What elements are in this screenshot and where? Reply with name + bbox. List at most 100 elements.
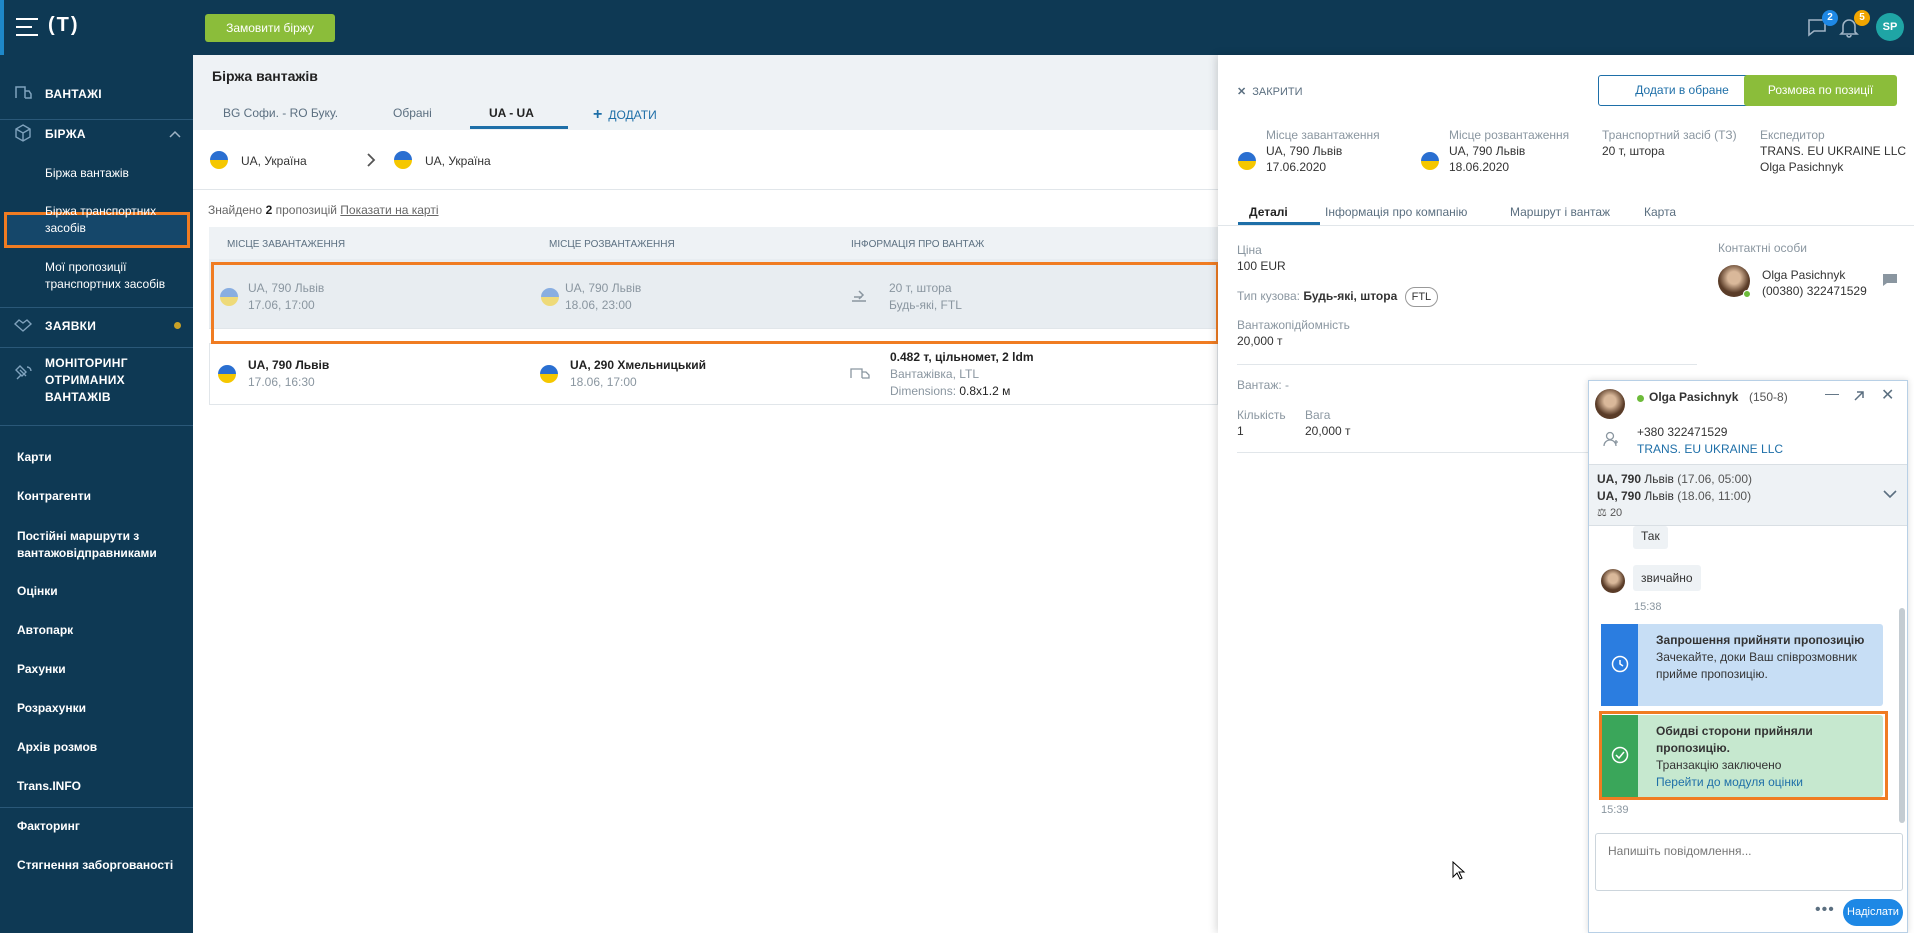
ua-flag-icon [1421, 152, 1439, 170]
expand-icon[interactable] [1853, 390, 1865, 402]
sidebar-link-settlements[interactable]: Розрахунки [17, 701, 210, 715]
table-row[interactable]: UA, 790 Львів 17.06, 16:30 UA, 290 Хмель… [209, 343, 1218, 405]
satellite-icon [15, 365, 32, 380]
route-from: UA, Україна [241, 154, 307, 168]
sidebar-link-transinfo[interactable]: Trans.INFO [17, 779, 210, 793]
top-accent [0, 0, 4, 55]
chevron-down-icon[interactable] [1883, 489, 1897, 499]
chat-contact-name: Olga Pasichnyk [1649, 390, 1739, 404]
chat-route-summary[interactable]: UA, 790 Львів (17.06, 05:00) UA, 790 Льв… [1589, 464, 1907, 526]
truck-icon [15, 86, 32, 99]
box-icon [15, 124, 31, 142]
show-on-map-link[interactable]: Показати на карті [340, 203, 438, 217]
tab-favorites[interactable]: Обрані [393, 106, 432, 120]
notifications-icon[interactable]: 5 [1838, 10, 1870, 40]
accepted-card-highlight [1599, 711, 1888, 800]
online-status-icon [1743, 290, 1751, 298]
tab-company-info[interactable]: Інформація про компанію [1325, 205, 1467, 219]
quantity-info: Кількість 1 [1237, 408, 1286, 438]
sidebar-item-orders[interactable]: ЗАЯВКИ [0, 317, 193, 339]
more-options-icon[interactable]: ••• [1815, 901, 1835, 919]
sidebar-item-my-vehicle-offers[interactable]: Мої пропозиції транспортних засобів [45, 259, 185, 293]
sidebar-item-cargo[interactable]: ВАНТАЖІ [0, 85, 193, 107]
tab-details[interactable]: Деталі [1249, 205, 1288, 219]
chevron-up-icon[interactable] [169, 129, 181, 139]
weight-info: Вага 20,000 т [1305, 408, 1351, 438]
user-avatar[interactable]: SP [1876, 13, 1904, 41]
chat-icon[interactable] [1882, 273, 1898, 287]
add-favorite-button[interactable]: Додати в обране [1598, 75, 1766, 106]
orders-indicator-dot [174, 322, 181, 329]
capacity-info: Вантажопідйомність 20,000 т [1237, 318, 1350, 348]
chat-window: Olga Pasichnyk (150-8) — ✕ +380 32247152… [1588, 380, 1908, 933]
sidebar-link-regular-routes[interactable]: Постійні маршрути з вантажовідправниками [17, 528, 187, 562]
load-info: Місце завантаження UA, 790 Львів 17.06.2… [1266, 128, 1380, 174]
tab-map[interactable]: Карта [1644, 205, 1676, 219]
sidebar-link-contractors[interactable]: Контрагенти [17, 489, 210, 503]
sidebar-link-fleet[interactable]: Автопарк [17, 623, 210, 637]
sidebar-item-vehicle-exchange[interactable]: Біржа транспортних засобів [45, 203, 185, 237]
sidebar-item-cargo-exchange[interactable]: Біржа вантажів [45, 165, 185, 182]
chat-scrollbar[interactable] [1899, 608, 1905, 823]
route-filter[interactable]: UA, Україна UA, Україна [193, 130, 1218, 190]
messages-icon[interactable]: 2 [1806, 10, 1838, 40]
minimize-icon[interactable]: — [1825, 385, 1839, 401]
message-bubble: Так [1633, 526, 1668, 549]
tab-bg-ro[interactable]: BG Софи. - RO Буку. [223, 106, 338, 120]
row-from: UA, 790 Львів [248, 358, 330, 372]
tab-route-cargo[interactable]: Маршрут і вантаж [1510, 205, 1610, 219]
table-header: МІСЦЕ ЗАВАНТАЖЕННЯ МІСЦЕ РОЗВАНТАЖЕННЯ І… [209, 227, 1218, 259]
ua-flag-icon [540, 365, 558, 383]
plus-icon: + [593, 106, 603, 123]
sidebar-link-debt-collection[interactable]: Стягнення заборгованості [17, 858, 210, 872]
truck-icon [850, 368, 870, 379]
col-unloading: МІСЦЕ РОЗВАНТАЖЕННЯ [549, 239, 675, 250]
active-tab-indicator [470, 126, 568, 129]
active-tab-indicator [1238, 222, 1320, 225]
page-title: Біржа вантажів [212, 68, 318, 84]
tab-add[interactable]: + ДОДАТИ [593, 106, 657, 124]
sidebar-item-exchange[interactable]: БІРЖА [0, 124, 193, 147]
send-button[interactable]: Надіслати [1843, 899, 1903, 926]
messages-badge: 2 [1822, 10, 1838, 26]
logo[interactable]: (T) [48, 14, 80, 37]
sidebar-link-factoring[interactable]: Факторинг [17, 819, 210, 833]
chevron-right-icon [367, 153, 376, 167]
col-loading: МІСЦЕ ЗАВАНТАЖЕННЯ [227, 239, 346, 250]
ua-flag-icon [210, 151, 228, 169]
close-button[interactable]: ✕ ЗАКРИТИ [1237, 85, 1302, 98]
invite-card: Запрошення прийняти пропозицію Зачекайте… [1601, 624, 1883, 706]
message-avatar [1601, 569, 1625, 593]
order-exchange-button[interactable]: Замовити біржу [205, 14, 335, 42]
sidebar-item-monitoring[interactable]: МОНІТОРИНГ ОТРИМАНИХ ВАНТАЖІВ [0, 355, 193, 411]
ftl-badge: FTL [1404, 287, 1439, 307]
contacts-label: Контактні особи [1718, 241, 1807, 255]
col-cargo-info: ІНФОРМАЦІЯ ПРО ВАНТАЖ [851, 239, 985, 250]
selected-row-highlight [211, 262, 1219, 344]
top-bar: (T) Замовити біржу 2 5 SP [0, 0, 1914, 55]
forwarder-info: Експедитор TRANS. EU UKRAINE LLC Olga Pa… [1760, 128, 1907, 174]
cargo-label: Вантаж: - [1237, 378, 1290, 392]
online-status-icon [1637, 395, 1644, 402]
sidebar-link-ratings[interactable]: Оцінки [17, 584, 210, 598]
close-icon: ✕ [1237, 86, 1247, 98]
row-info2: Вантажівка, LTL [890, 367, 980, 381]
mouse-cursor-icon [1452, 861, 1466, 880]
menu-icon[interactable] [16, 18, 38, 36]
add-contact-icon[interactable] [1602, 430, 1620, 448]
message-time: 15:39 [1601, 804, 1629, 816]
ua-flag-icon [218, 365, 236, 383]
row-from-date: 17.06, 16:30 [248, 375, 315, 389]
message-input[interactable]: Напишіть повідомлення... [1595, 833, 1903, 891]
sidebar-link-invoices[interactable]: Рахунки [17, 662, 210, 676]
sidebar-link-maps[interactable]: Карти [17, 450, 210, 464]
body-type-info: Тип кузова: Будь-які, штора FTL [1237, 287, 1439, 307]
sidebar-link-chat-archive[interactable]: Архів розмов [17, 740, 210, 754]
tab-ua-ua[interactable]: UA - UA [489, 106, 534, 120]
contact-phone: (00380) 322471529 [1762, 284, 1867, 298]
position-talk-button[interactable]: Розмова по позиції [1744, 75, 1897, 106]
ua-flag-icon [394, 151, 412, 169]
close-icon[interactable]: ✕ [1881, 385, 1894, 405]
price-info: Ціна 100 EUR [1237, 243, 1286, 273]
chat-company-link[interactable]: TRANS. EU UKRAINE LLC [1637, 442, 1783, 456]
